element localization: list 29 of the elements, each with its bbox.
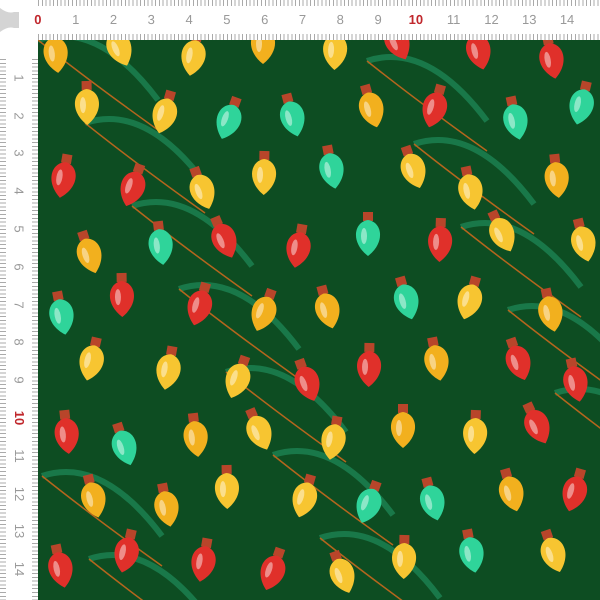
ruler-number: 12 [483,13,500,27]
ruler-number: 5 [222,13,232,27]
ruler-number: 7 [298,13,308,27]
ruler-number: 2 [12,112,26,120]
ruler-number: 13 [12,524,26,539]
ruler-number: 7 [12,300,26,308]
ruler-number: 5 [12,225,26,233]
ruler-number: 9 [373,13,383,27]
ruler-number: 6 [12,263,26,270]
ruler-number: 10 [408,13,424,27]
ruler-number: 11 [446,13,462,27]
ruler-number: 2 [108,13,118,27]
ruler-number: 1 [71,13,80,27]
ruler-number: 4 [12,188,26,195]
ruler-number: 1 [12,74,26,82]
ruler-number: 4 [184,13,194,27]
ruler-number: 12 [12,486,26,501]
ruler-number: 10 [12,410,26,426]
ruler-number: 8 [336,13,345,27]
ruler-number: 14 [12,562,26,576]
ruler-number: 11 [12,449,26,462]
ruler-number: 3 [146,13,156,27]
ruler-number: 14 [558,13,576,27]
ruler-number: 8 [12,338,26,346]
ruler-number: 0 [33,13,43,27]
ruler-number: 3 [12,150,26,157]
ruler-number: 9 [12,376,26,384]
ruler-number: 13 [521,13,538,27]
ruler-number: 6 [260,13,270,27]
